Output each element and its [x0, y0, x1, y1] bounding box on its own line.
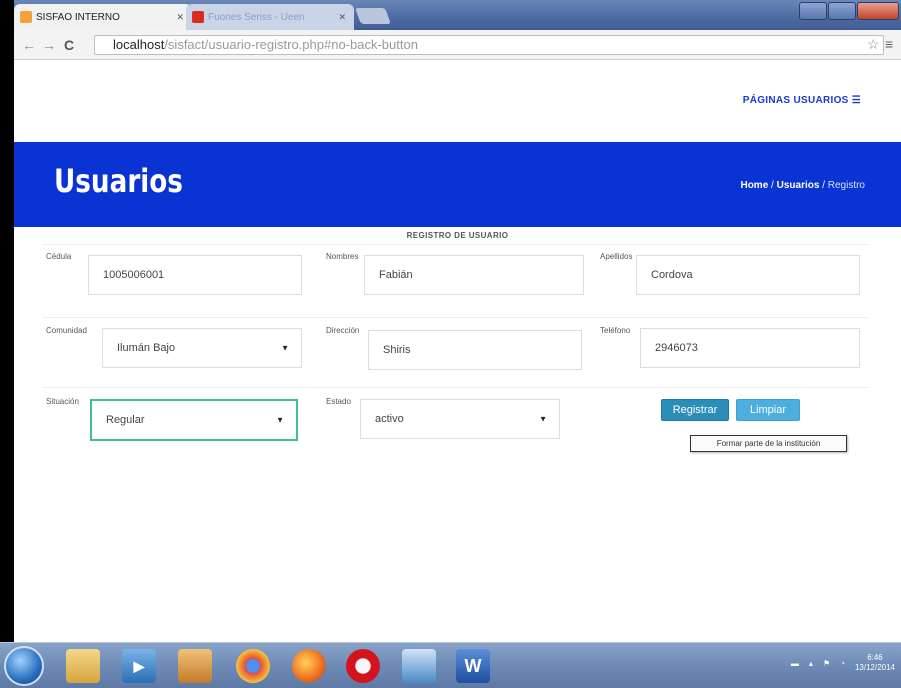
direccion-value: Shiris: [383, 344, 411, 356]
windows-taskbar: ▶ W ▬ ▴ ⚑ ◔ 6:46 13/12/2014: [0, 642, 901, 688]
registrar-button[interactable]: Registrar: [661, 399, 729, 421]
word-icon[interactable]: W: [456, 649, 490, 683]
close-window-button[interactable]: [857, 2, 899, 20]
dropdown-arrow-icon: ▼: [281, 343, 289, 353]
system-tray: ▬ ▴ ⚑ ◔ 6:46 13/12/2014: [791, 653, 895, 673]
back-arrow-icon[interactable]: ←: [22, 37, 36, 53]
url-path: /sisfact/usuario-registro.php#no-back-bu…: [164, 37, 418, 52]
row-divider: [42, 244, 868, 245]
top-navigation: PÁGINAS USUARIOS ☰: [14, 60, 901, 142]
direccion-label: Dirección: [326, 326, 360, 335]
cedula-label: Cédula: [46, 252, 72, 261]
situacion-value: Regular: [106, 414, 145, 426]
breadcrumb-separator: /: [771, 180, 774, 191]
forward-arrow-icon[interactable]: →: [42, 37, 56, 53]
browser-toolbar: ← → C localhost/sisfact/usuario-registro…: [14, 30, 901, 60]
estado-select[interactable]: activo ▼: [360, 399, 560, 439]
new-tab-button[interactable]: [355, 8, 391, 24]
direccion-input[interactable]: Shiris: [368, 330, 582, 370]
form-title: REGISTRO DE USUARIO: [406, 231, 509, 240]
situacion-select[interactable]: Regular ▼: [90, 399, 298, 441]
breadcrumb: Home / Usuarios / Registro: [740, 180, 865, 191]
nombres-value: Fabián: [379, 269, 413, 281]
flag-icon[interactable]: ⚑: [823, 659, 830, 668]
cedula-input[interactable]: 1005006001: [88, 255, 302, 295]
tooltip: Formar parte de la institución: [690, 435, 847, 452]
tab-sisfao[interactable]: SISFAO INTERNO ✕: [14, 4, 192, 30]
maximize-button[interactable]: [828, 2, 856, 20]
comunidad-value: Ilumán Bajo: [117, 342, 176, 354]
comunidad-select[interactable]: Ilumán Bajo ▼: [102, 328, 302, 368]
windows-explorer-icon[interactable]: [66, 649, 100, 683]
screen: SISFAO INTERNO ✕ Fuones Seriss - Ueen ✕ …: [0, 0, 901, 688]
apellidos-input[interactable]: Cordova: [636, 255, 860, 295]
reload-icon[interactable]: C: [64, 37, 74, 53]
youtube-favicon-icon: [192, 11, 204, 23]
telefono-input[interactable]: 2946073: [640, 328, 860, 368]
usuarios-pages-menu[interactable]: PÁGINAS USUARIOS ☰: [743, 95, 861, 106]
virtualbox-icon[interactable]: [402, 649, 436, 683]
dropdown-arrow-icon: ▼: [539, 414, 547, 424]
apellidos-label: Apellidos: [600, 252, 633, 261]
comunidad-label: Comunidad: [46, 326, 87, 335]
page-banner: Usuarios Home / Usuarios / Registro: [14, 142, 901, 227]
estado-label: Estado: [326, 397, 351, 406]
opera-icon[interactable]: [346, 649, 380, 683]
start-button-icon[interactable]: [4, 646, 44, 686]
media-player-icon[interactable]: ▶: [122, 649, 156, 683]
nombres-input[interactable]: Fabián: [364, 255, 584, 295]
telefono-value: 2946073: [655, 342, 698, 354]
row-divider: [42, 317, 868, 318]
page-title: Usuarios: [54, 162, 183, 200]
address-bar[interactable]: localhost/sisfact/usuario-registro.php#n…: [94, 35, 884, 55]
tab-title: SISFAO INTERNO: [36, 11, 120, 23]
tab-title: Fuones Seriss - Ueen: [208, 11, 305, 23]
bookmark-star-icon[interactable]: ☆: [867, 36, 880, 53]
breadcrumb-home[interactable]: Home: [740, 180, 768, 191]
clock-date: 13/12/2014: [854, 663, 895, 672]
tray-arrow-icon[interactable]: ▴: [809, 659, 813, 668]
browser-titlebar: SISFAO INTERNO ✕ Fuones Seriss - Ueen ✕: [14, 0, 901, 30]
apellidos-value: Cordova: [651, 269, 693, 281]
window-controls: [798, 2, 899, 20]
breadcrumb-current: Registro: [827, 180, 865, 191]
firefox-icon[interactable]: [292, 649, 326, 683]
menu-icon[interactable]: ≡: [885, 36, 893, 52]
situacion-label: Situación: [46, 397, 79, 406]
close-tab-icon[interactable]: ✕: [338, 12, 346, 23]
cedula-value: 1005006001: [103, 269, 165, 281]
page-viewport: PÁGINAS USUARIOS ☰ Usuarios Home / Usuar…: [14, 60, 901, 642]
tab-youtube[interactable]: Fuones Seriss - Ueen ✕: [186, 4, 354, 30]
limpiar-button[interactable]: Limpiar: [736, 399, 800, 421]
close-tab-icon[interactable]: ✕: [176, 12, 184, 23]
battery-icon[interactable]: ▬: [791, 659, 799, 668]
telefono-label: Teléfono: [600, 326, 631, 335]
page-favicon-icon: [20, 11, 32, 23]
minimize-button[interactable]: [799, 2, 827, 20]
clock[interactable]: 6:46 13/12/2014: [855, 653, 895, 673]
network-icon[interactable]: ◔: [840, 659, 845, 668]
dropdown-arrow-icon: ▼: [276, 415, 284, 425]
breadcrumb-usuarios[interactable]: Usuarios: [777, 180, 820, 191]
row-divider: [42, 387, 868, 388]
nombres-label: Nombres: [326, 252, 359, 261]
clock-time: 6:46: [867, 653, 883, 662]
url-host: localhost: [113, 37, 165, 52]
estado-value: activo: [375, 413, 404, 425]
chrome-icon[interactable]: [236, 649, 270, 683]
paint-icon[interactable]: [178, 649, 212, 683]
breadcrumb-separator: /: [822, 180, 825, 191]
